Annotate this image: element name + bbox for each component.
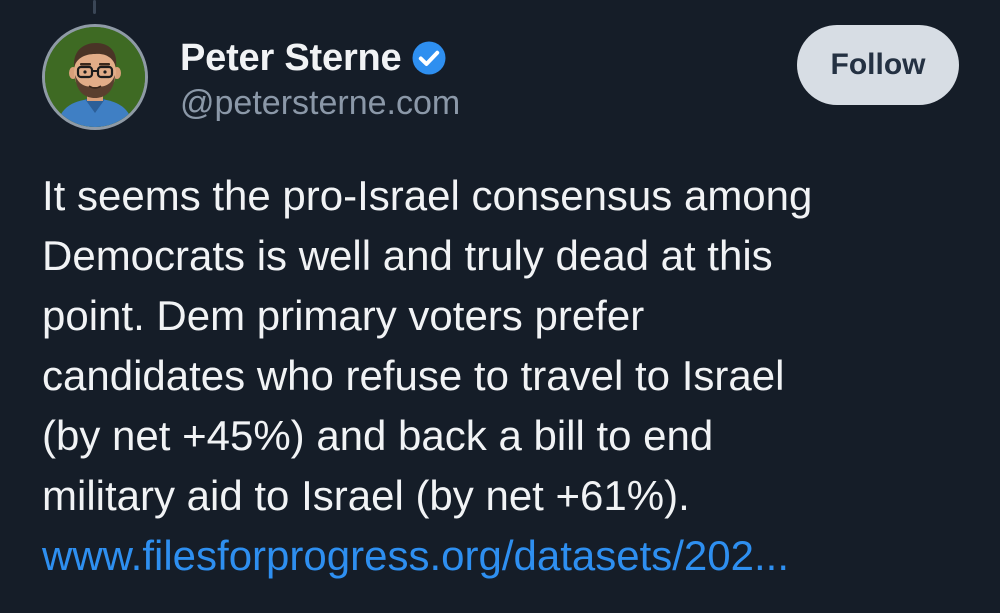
author-handle[interactable]: @petersterne.com [180, 84, 460, 123]
verified-badge-icon [411, 40, 447, 76]
follow-button[interactable]: Follow [797, 25, 959, 105]
post-text-line: (by net +45%) and back a bill to end [42, 412, 714, 459]
post-text-line: candidates who refuse to travel to Israe… [42, 352, 785, 399]
author-display-name[interactable]: Peter Sterne [180, 37, 402, 80]
post-text-line: Democrats is well and truly dead at this [42, 232, 773, 279]
post-link[interactable]: www.filesforprogress.org/datasets/202... [42, 526, 982, 586]
post-text-line: It seems the pro-Israel consensus among [42, 172, 813, 219]
post-text-line: military aid to Israel (by net +61%). [42, 472, 690, 519]
cartoon-avatar-icon [45, 27, 145, 127]
post-text: It seems the pro-Israel consensus among … [42, 166, 982, 586]
post-text-line: point. Dem primary voters prefer [42, 292, 645, 339]
author-name-row: Peter Sterne [180, 36, 447, 80]
avatar[interactable] [42, 24, 148, 130]
thread-connector-line [93, 0, 96, 14]
